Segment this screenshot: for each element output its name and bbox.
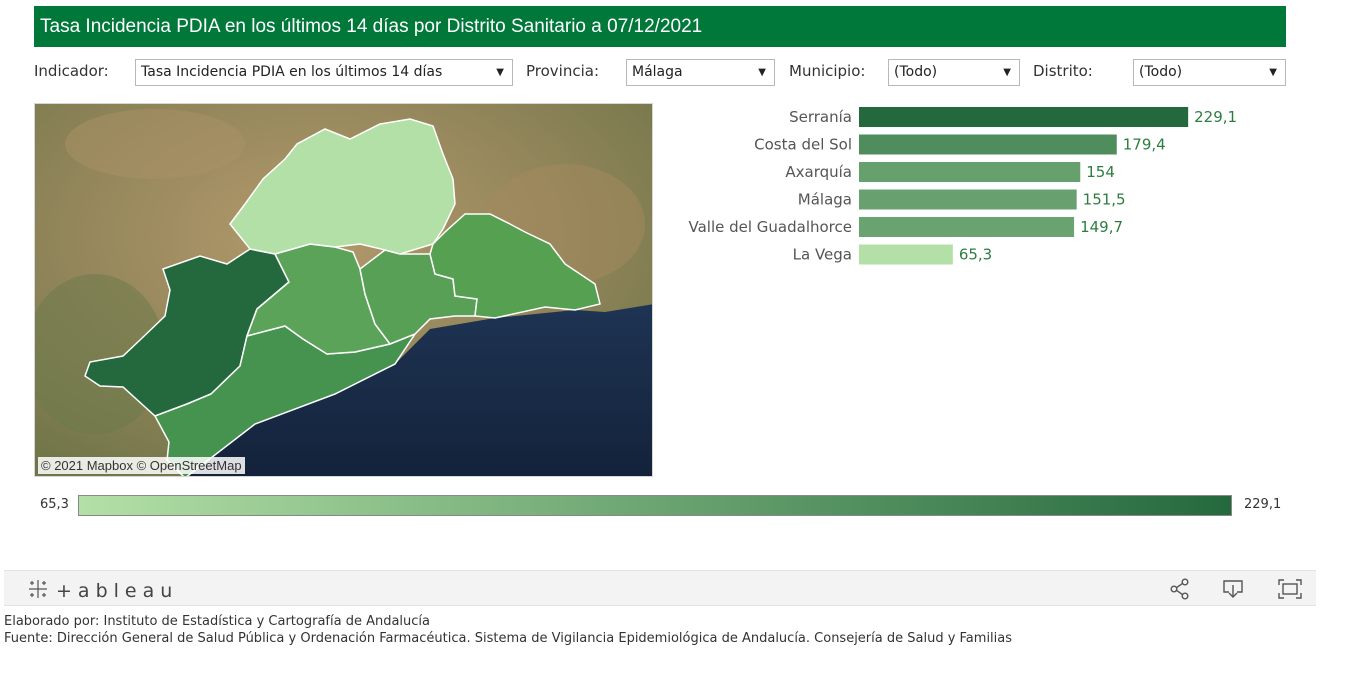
download-icon xyxy=(1223,580,1243,598)
tableau-toolbar: +ableau xyxy=(4,570,1316,606)
page-title: Tasa Incidencia PDIA en los últimos 14 d… xyxy=(34,6,1286,47)
bar-value-label: 65,3 xyxy=(959,246,992,264)
bar-category-label: Axarquía xyxy=(785,163,852,181)
municipio-select[interactable]: (Todo) ▼ xyxy=(888,59,1020,86)
provincia-label: Provincia: xyxy=(526,62,600,80)
indicador-label: Indicador: xyxy=(34,62,109,80)
fullscreen-button[interactable] xyxy=(1276,575,1304,603)
bar[interactable] xyxy=(859,244,953,265)
tableau-wordmark: +ableau xyxy=(56,580,179,602)
chevron-down-icon: ▼ xyxy=(1003,67,1011,78)
bar[interactable] xyxy=(859,162,1081,182)
bar-value-label: 179,4 xyxy=(1123,136,1166,154)
legend-max-label: 229,1 xyxy=(1244,497,1282,512)
chevron-down-icon: ▼ xyxy=(758,67,766,78)
color-legend-bar xyxy=(78,495,1232,516)
footer-credit: Elaborado por: Instituto de Estadística … xyxy=(4,614,431,629)
map-attribution: © 2021 Mapbox © OpenStreetMap xyxy=(38,457,245,474)
bar[interactable] xyxy=(859,107,1189,127)
distrito-value: (Todo) xyxy=(1139,64,1183,80)
provincia-select[interactable]: Málaga ▼ xyxy=(626,59,775,86)
distrito-label: Distrito: xyxy=(1033,62,1093,80)
bar-value-label: 154 xyxy=(1086,163,1115,181)
bar-chart: Serranía 229,1 Costa del Sol 179,4 Axarquía 1… xyxy=(688,107,1237,265)
share-button[interactable] xyxy=(1166,575,1194,603)
bar-value-label: 149,7 xyxy=(1080,218,1123,236)
district-map[interactable]: © 2021 Mapbox © OpenStreetMap xyxy=(34,103,653,477)
bar[interactable] xyxy=(859,217,1075,237)
municipio-value: (Todo) xyxy=(894,64,938,80)
bar[interactable] xyxy=(859,189,1077,210)
bar-category-label: La Vega xyxy=(793,246,852,264)
download-button[interactable] xyxy=(1219,575,1247,603)
bar-category-label: Serranía xyxy=(789,108,852,126)
municipio-label: Municipio: xyxy=(789,62,866,80)
bar-value-label: 229,1 xyxy=(1194,108,1237,126)
chevron-down-icon: ▼ xyxy=(496,67,504,78)
indicador-value: Tasa Incidencia PDIA en los últimos 14 d… xyxy=(141,64,443,80)
provincia-value: Málaga xyxy=(632,64,683,80)
indicador-select[interactable]: Tasa Incidencia PDIA en los últimos 14 d… xyxy=(135,59,513,86)
bar-category-label: Málaga xyxy=(798,191,852,209)
fullscreen-icon xyxy=(1278,579,1302,599)
tableau-logo[interactable]: +ableau xyxy=(26,577,178,605)
chevron-down-icon: ▼ xyxy=(1269,67,1277,78)
bar-value-label: 151,5 xyxy=(1083,191,1126,209)
terrain-patch xyxy=(65,109,245,179)
share-icon xyxy=(1170,578,1189,600)
bar[interactable] xyxy=(859,134,1117,155)
footer-source: Fuente: Dirección General de Salud Públi… xyxy=(4,631,1013,646)
bar-category-label: Costa del Sol xyxy=(754,136,852,154)
bar-category-label: Valle del Guadalhorce xyxy=(688,218,852,236)
distrito-select[interactable]: (Todo) ▼ xyxy=(1133,59,1286,86)
tableau-cross-icon xyxy=(26,577,50,605)
legend-min-label: 65,3 xyxy=(40,497,69,512)
